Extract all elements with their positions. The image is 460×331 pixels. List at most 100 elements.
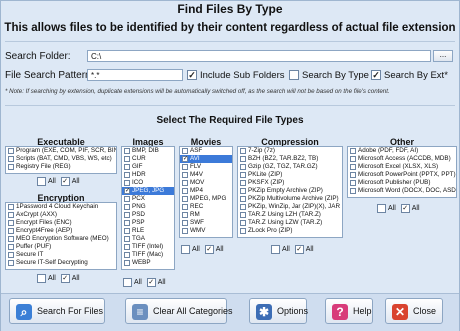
images-item-checkbox[interactable]: ✓	[124, 188, 130, 194]
movies-item-checkbox[interactable]	[182, 172, 188, 178]
images-list-item[interactable]: TIFF (Mac)	[122, 251, 174, 259]
clear-all-categories-button[interactable]: ≡ Clear All Categories	[125, 298, 233, 324]
movies-list-item[interactable]: SWF	[180, 219, 232, 227]
encryption-list[interactable]: 1Password 4 Cloud Keychain AxCrypt (AXX) E…	[5, 202, 117, 270]
compression-list-item[interactable]: PKLite (ZIP)	[238, 171, 342, 179]
images-list-item[interactable]: WEBP	[122, 259, 174, 267]
images-list-item[interactable]: ICO	[122, 179, 174, 187]
movies-list-item[interactable]: MOV	[180, 179, 232, 187]
compression-item-checkbox[interactable]	[240, 172, 246, 178]
close-button[interactable]: ✕ Close	[385, 298, 443, 324]
other-item-checkbox[interactable]	[350, 148, 356, 154]
encryption-list-item[interactable]: Secure IT	[6, 251, 116, 259]
compression-item-checkbox[interactable]	[240, 196, 246, 202]
compression-list-item[interactable]: BZH (BZ2, TAR.BZ2, TB)	[238, 155, 342, 163]
images-list-item[interactable]: PCX	[122, 195, 174, 203]
images-item-checkbox[interactable]	[124, 180, 130, 186]
executable-item-checkbox[interactable]	[8, 148, 14, 154]
movies-list[interactable]: ASF ✓ AVI FLV M4V MOV MP4 MPEG, MPG REC RM SWF WMV	[179, 146, 233, 238]
other-item-checkbox[interactable]	[350, 188, 356, 194]
executable-list-item[interactable]: Program (EXE, COM, PIF, SCR, BIN)	[6, 147, 116, 155]
executable-list[interactable]: Program (EXE, COM, PIF, SCR, BIN) Scripts…	[5, 146, 117, 174]
images-list-item[interactable]: TIFF (Intel)	[122, 243, 174, 251]
browse-folder-button[interactable]: ...	[433, 50, 453, 62]
movies-list-item[interactable]: REC	[180, 203, 232, 211]
movies-list-item[interactable]: RM	[180, 211, 232, 219]
executable-all-checkbox[interactable]: ✓	[60, 177, 70, 186]
executable-list-item[interactable]: Registry File (REG)	[6, 163, 116, 171]
encryption-list-item[interactable]: Encrypt Files (ENC)	[6, 219, 116, 227]
encryption-none-checkbox[interactable]	[37, 274, 46, 283]
images-item-checkbox[interactable]	[124, 220, 130, 226]
movies-item-checkbox[interactable]	[182, 164, 188, 170]
search-pattern-input[interactable]: *.*	[87, 69, 183, 81]
images-list-item[interactable]: BMP, DIB	[122, 147, 174, 155]
encryption-list-item[interactable]: MEO Encryption Software (MEO)	[6, 235, 116, 243]
movies-item-checkbox[interactable]	[182, 188, 188, 194]
compression-all-checkbox[interactable]: ✓	[294, 245, 304, 254]
other-list-item[interactable]: Microsoft Excel (XLSX, XLS)	[348, 163, 456, 171]
images-list-item[interactable]: ✓ JPEG, JPG	[122, 187, 174, 195]
compression-item-checkbox[interactable]	[240, 164, 246, 170]
images-item-checkbox[interactable]	[124, 260, 130, 266]
images-item-checkbox[interactable]	[124, 244, 130, 250]
images-item-checkbox[interactable]	[124, 204, 130, 210]
search-by-type-checkbox[interactable]	[289, 70, 299, 80]
images-all-checkbox[interactable]: ✓	[146, 278, 156, 287]
movies-item-checkbox[interactable]	[182, 220, 188, 226]
compression-list-item[interactable]: ZLock Pro (ZIP)	[238, 227, 342, 235]
other-item-checkbox[interactable]	[350, 172, 356, 178]
images-item-checkbox[interactable]	[124, 212, 130, 218]
encryption-list-item[interactable]: Secure IT-Self Decrypting	[6, 259, 116, 267]
movies-list-item[interactable]: WMV	[180, 227, 232, 235]
encryption-item-checkbox[interactable]	[8, 260, 14, 266]
compression-item-checkbox[interactable]	[240, 156, 246, 162]
search-for-files-button[interactable]: ⌕ Search For Files	[9, 298, 105, 324]
encryption-item-checkbox[interactable]	[8, 220, 14, 226]
movies-item-checkbox[interactable]	[182, 148, 188, 154]
movies-all-checkbox[interactable]: ✓	[204, 245, 214, 254]
movies-none-checkbox[interactable]	[181, 245, 190, 254]
compression-item-checkbox[interactable]	[240, 180, 246, 186]
encryption-list-item[interactable]: 1Password 4 Cloud Keychain	[6, 203, 116, 211]
compression-list[interactable]: 7-Zip (7z) BZH (BZ2, TAR.BZ2, TB) Gzip (GZ…	[237, 146, 343, 238]
compression-list-item[interactable]: TAR.Z Using LZH (TAR.Z)	[238, 211, 342, 219]
compression-list-item[interactable]: 7-Zip (7z)	[238, 147, 342, 155]
compression-list-item[interactable]: PKZip Empty Archive (ZIP)	[238, 187, 342, 195]
images-list-item[interactable]: TGA	[122, 235, 174, 243]
images-list-item[interactable]: HDR	[122, 171, 174, 179]
search-folder-input[interactable]: C:\	[87, 50, 431, 62]
encryption-list-item[interactable]: Puffer (PUF)	[6, 243, 116, 251]
images-list-item[interactable]: PSD	[122, 211, 174, 219]
other-all-checkbox[interactable]: ✓	[400, 204, 410, 213]
movies-list-item[interactable]: ASF	[180, 147, 232, 155]
images-item-checkbox[interactable]	[124, 252, 130, 258]
other-list-item[interactable]: Microsoft PowerPoint (PPTX, PPT)	[348, 171, 456, 179]
images-list[interactable]: BMP, DIB CUR GIF HDR ICO ✓ JPEG, JPG PCX PNG PSD P…	[121, 146, 175, 270]
other-list-item[interactable]: Microsoft Publisher (PUB)	[348, 179, 456, 187]
movies-item-checkbox[interactable]	[182, 204, 188, 210]
movies-item-checkbox[interactable]	[182, 180, 188, 186]
images-list-item[interactable]: GIF	[122, 163, 174, 171]
other-list-item[interactable]: Microsoft Word (DOCX, DOC, ASD)	[348, 187, 456, 195]
compression-item-checkbox[interactable]	[240, 220, 246, 226]
images-item-checkbox[interactable]	[124, 228, 130, 234]
other-item-checkbox[interactable]	[350, 164, 356, 170]
other-none-checkbox[interactable]	[377, 204, 386, 213]
images-list-item[interactable]: PNG	[122, 203, 174, 211]
encryption-item-checkbox[interactable]	[8, 228, 14, 234]
include-sub-folders-checkbox[interactable]: ✓	[187, 70, 197, 80]
movies-list-item[interactable]: M4V	[180, 171, 232, 179]
compression-item-checkbox[interactable]	[240, 228, 246, 234]
other-list-item[interactable]: Microsoft Access (ACCDB, MDB)	[348, 155, 456, 163]
encryption-item-checkbox[interactable]	[8, 244, 14, 250]
compression-list-item[interactable]: PKZip Multivolume Archive (ZIP)	[238, 195, 342, 203]
images-item-checkbox[interactable]	[124, 236, 130, 242]
compression-item-checkbox[interactable]	[240, 212, 246, 218]
other-list[interactable]: Adobe (PDF, FDF, AI) Microsoft Access (AC…	[347, 146, 457, 198]
images-none-checkbox[interactable]	[123, 278, 132, 287]
encryption-item-checkbox[interactable]	[8, 252, 14, 258]
executable-item-checkbox[interactable]	[8, 164, 14, 170]
compression-none-checkbox[interactable]	[271, 245, 280, 254]
help-button[interactable]: ? Help	[325, 298, 373, 324]
